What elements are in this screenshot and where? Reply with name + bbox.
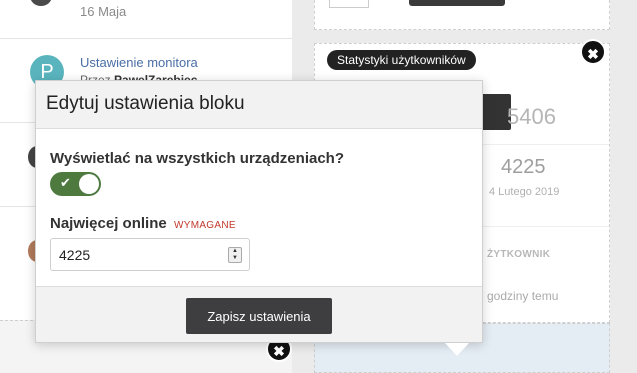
quantity-stepper[interactable]: ▲ ▼	[228, 247, 242, 263]
dialog-title: Edytuj ustawienia bloku	[46, 93, 245, 114]
required-badge: WYMAGANE	[174, 220, 236, 231]
show-all-devices-toggle[interactable]: ✔	[50, 172, 101, 196]
toggle-knob	[79, 174, 99, 194]
stat-online-date: 4 Lutego 2019	[489, 186, 560, 198]
dialog-footer: Zapisz ustawienia	[36, 286, 482, 342]
stat-total-value: 5406	[507, 104, 556, 129]
avatar	[30, 0, 52, 6]
stat-user-label: ŻYTKOWNIK	[487, 249, 551, 260]
close-widget-button[interactable]: ✖	[580, 39, 606, 65]
dialog-header: Edytuj ustawienia bloku	[36, 81, 482, 129]
dialog-pointer	[445, 343, 469, 356]
max-online-input[interactable]	[59, 245, 219, 265]
check-icon: ✔	[60, 175, 71, 190]
page: 16 Maja P Ustawienie monitora Przez Pawe…	[0, 0, 637, 373]
stat-online-max: 4225	[501, 156, 546, 178]
chevron-up-icon[interactable]: ▲	[229, 248, 241, 255]
close-icon: ✖	[273, 343, 285, 359]
widget-top-pill	[409, 0, 505, 6]
activity-date: 16 Maja	[80, 4, 127, 19]
show-all-devices-label: Wyświetlać na wszystkich urządzeniach?	[50, 150, 344, 167]
max-online-field[interactable]: ▲ ▼	[50, 238, 250, 271]
widget-top	[314, 0, 610, 30]
widget-title: Statystyki użytkowników	[327, 50, 476, 70]
stat-time-ago: godziny temu	[487, 289, 559, 303]
max-online-label: Najwięcej online	[50, 215, 167, 232]
edit-block-settings-dialog: Edytuj ustawienia bloku Wyświetlać na ws…	[35, 80, 483, 343]
save-settings-button[interactable]: Zapisz ustawienia	[186, 298, 332, 334]
activity-title-link[interactable]: Ustawienie monitora	[80, 55, 198, 70]
chevron-down-icon[interactable]: ▼	[229, 255, 241, 262]
divider	[0, 38, 292, 39]
close-icon: ✖	[587, 46, 599, 62]
widget-top-box	[329, 0, 369, 8]
